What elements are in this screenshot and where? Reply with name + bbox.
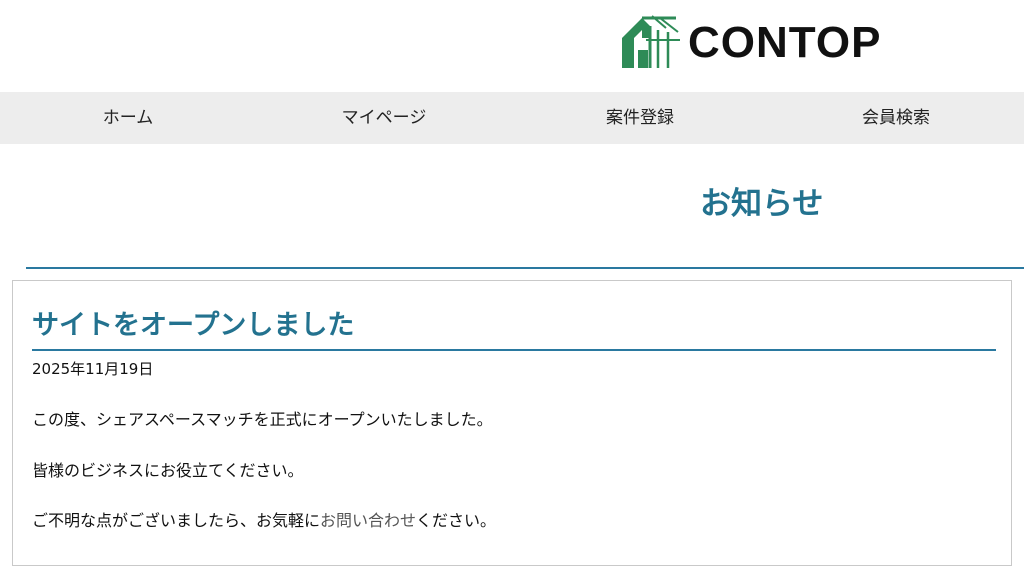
nav-item-home[interactable]: ホーム <box>0 92 256 144</box>
post-title-divider <box>32 349 996 351</box>
page-title: お知らせ <box>700 186 824 222</box>
post-title: サイトをオープンしました <box>32 310 355 341</box>
paragraph-text: ください。 <box>416 511 497 530</box>
site-header: CONTOP <box>0 0 1024 92</box>
paragraph-text: ご不明な点がございましたら、お気軽に <box>32 511 321 530</box>
title-divider <box>26 267 1024 269</box>
nav-item-project-register[interactable]: 案件登録 <box>512 92 768 144</box>
post-date: 2025年11月19日 <box>32 360 154 378</box>
contact-link[interactable]: お問い合わせ <box>320 511 416 530</box>
post-paragraph: この度、シェアスペースマッチを正式にオープンいたしました。 <box>32 410 493 429</box>
news-card: サイトをオープンしました 2025年11月19日 この度、シェアスペースマッチを… <box>12 280 1012 566</box>
site-logo[interactable]: CONTOP <box>620 14 881 72</box>
post-paragraph: ご不明な点がございましたら、お気軽にお問い合わせください。 <box>32 507 496 531</box>
nav-item-member-search[interactable]: 会員検索 <box>768 92 1024 144</box>
post-paragraph: 皆様のビジネスにお役立てください。 <box>32 461 304 480</box>
nav-item-mypage[interactable]: マイページ <box>256 92 512 144</box>
main-nav: ホーム マイページ 案件登録 会員検索 <box>0 92 1024 144</box>
brand-name: CONTOP <box>688 18 882 67</box>
house-icon <box>622 15 680 68</box>
